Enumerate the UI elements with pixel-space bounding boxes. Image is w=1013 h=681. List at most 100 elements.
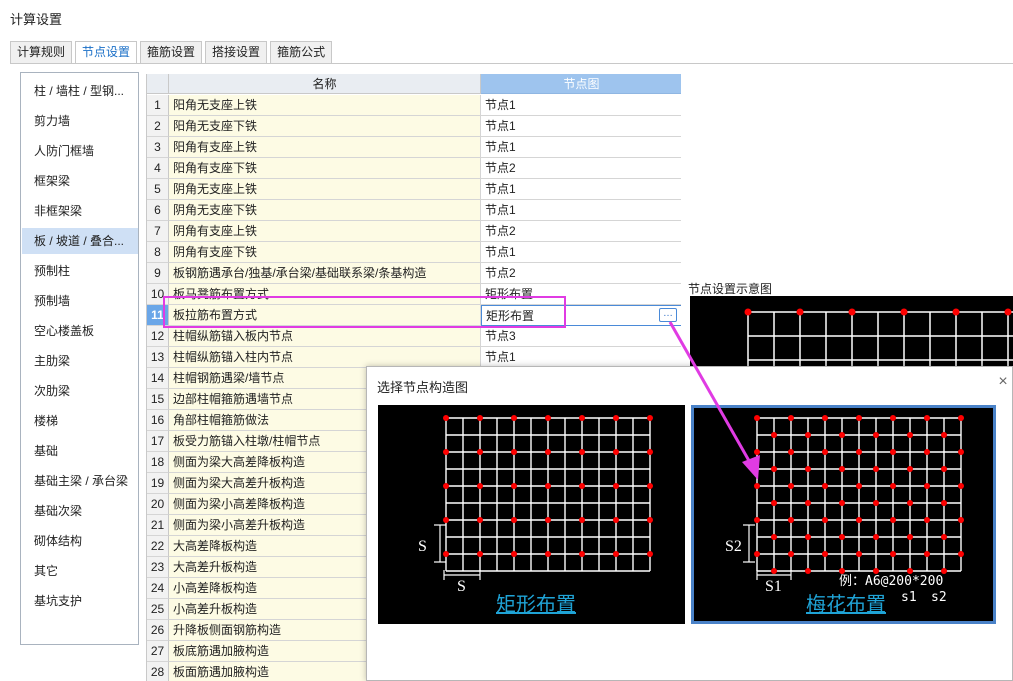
rebar-tie-dot	[839, 534, 845, 540]
row-name-cell[interactable]: 阴角无支座下铁	[169, 200, 481, 221]
table-row[interactable]: 13 柱帽纵筋锚入柱内节点 节点1	[147, 347, 681, 368]
tab-calc-rules[interactable]: 计算规则	[10, 41, 73, 63]
row-node-cell[interactable]: 节点1	[481, 200, 681, 221]
table-row[interactable]: 6 阴角无支座下铁 节点1	[147, 200, 681, 221]
sidebar-item-civil-defense-door-frame[interactable]: 人防门框墙	[22, 138, 138, 164]
dialog-title: 选择节点构造图	[377, 380, 469, 395]
row-name-cell[interactable]: 阳角有支座下铁	[169, 158, 481, 179]
tab-stirrup-settings[interactable]: 箍筋设置	[140, 41, 203, 63]
table-row[interactable]: 12 柱帽纵筋锚入板内节点 节点3	[147, 326, 681, 347]
rebar-tie-dot	[890, 517, 896, 523]
table-row[interactable]: 2 阳角无支座下铁 节点1	[147, 116, 681, 137]
rebar-tie-dot	[805, 534, 811, 540]
sidebar-item-precast-wall[interactable]: 预制墙	[22, 288, 138, 314]
rebar-tie-dot	[477, 551, 483, 557]
rebar-tie-dot	[443, 551, 449, 557]
rebar-tie-dot	[771, 534, 777, 540]
row-name-cell[interactable]: 阴角有支座上铁	[169, 221, 481, 242]
sidebar-item-foundation[interactable]: 基础	[22, 438, 138, 464]
table-row[interactable]: 5 阴角无支座上铁 节点1	[147, 179, 681, 200]
row-node-cell[interactable]: 节点2	[481, 263, 681, 284]
rebar-tie-dot	[579, 449, 585, 455]
row-node-cell[interactable]: 节点1	[481, 116, 681, 137]
rebar-tie-dot	[477, 449, 483, 455]
row-node-cell[interactable]: 节点1	[481, 137, 681, 158]
rebar-tie-dot	[958, 449, 964, 455]
row-number: 25	[147, 599, 169, 620]
tab-lap-settings[interactable]: 搭接设置	[205, 41, 268, 63]
rebar-tie-dot	[647, 483, 653, 489]
row-name-cell[interactable]: 柱帽纵筋锚入板内节点	[169, 326, 481, 347]
row-number: 12	[147, 326, 169, 347]
table-row[interactable]: 3 阳角有支座上铁 节点1	[147, 137, 681, 158]
sidebar-item-slab[interactable]: 板 / 坡道 / 叠合...	[22, 228, 138, 254]
option-rect-layout[interactable]: S S 矩形布置	[378, 405, 685, 624]
sidebar-item-other[interactable]: 其它	[22, 558, 138, 584]
rebar-tie-dot	[822, 517, 828, 523]
row-node-cell[interactable]: 节点2	[481, 158, 681, 179]
rebar-tie-dot	[788, 449, 794, 455]
row-node-cell[interactable]: 节点1	[481, 179, 681, 200]
rebar-tie-dot	[890, 483, 896, 489]
row-name-cell[interactable]: 阴角有支座下铁	[169, 242, 481, 263]
row-node-cell[interactable]: 节点3	[481, 326, 681, 347]
table-row[interactable]: 4 阳角有支座下铁 节点2	[147, 158, 681, 179]
row-node-cell[interactable]: 节点1	[481, 242, 681, 263]
row-node-cell[interactable]: 节点1	[481, 347, 681, 368]
grid-header: 名称 节点图	[147, 74, 681, 94]
sidebar-item-secondary-rib-beam[interactable]: 次肋梁	[22, 378, 138, 404]
row-number: 16	[147, 410, 169, 431]
row-number: 6	[147, 200, 169, 221]
row-node-cell[interactable]: 节点1	[481, 95, 681, 116]
rebar-tie-dot	[856, 483, 862, 489]
sidebar-item-foundation-main-beam[interactable]: 基础主梁 / 承台梁	[22, 468, 138, 494]
option-quincunx-layout[interactable]: S2 S1 例：A6@200*200 s1 s2 梅花布置	[691, 405, 996, 624]
sidebar-item-precast-column[interactable]: 预制柱	[22, 258, 138, 284]
rebar-tie-dot	[443, 415, 449, 421]
quincunx-example-text: 例：A6@200*200	[839, 574, 943, 589]
row-name-cell[interactable]: 阴角无支座上铁	[169, 179, 481, 200]
row-number: 19	[147, 473, 169, 494]
rebar-tie-dot	[856, 551, 862, 557]
close-icon[interactable]: ×	[994, 373, 1012, 391]
ellipsis-button[interactable]: …	[659, 308, 677, 322]
sidebar-item-masonry[interactable]: 砌体结构	[22, 528, 138, 554]
row-name-cell[interactable]: 阳角无支座下铁	[169, 116, 481, 137]
sidebar-item-pit-support[interactable]: 基坑支护	[22, 588, 138, 614]
rect-dim-s-horizontal: S	[457, 578, 466, 595]
row-node-cell[interactable]: 节点2	[481, 221, 681, 242]
sidebar-item-shear-wall[interactable]: 剪力墙	[22, 108, 138, 134]
table-row[interactable]: 1 阳角无支座上铁 节点1	[147, 95, 681, 116]
rebar-tie-dot	[805, 432, 811, 438]
row-number: 14	[147, 368, 169, 389]
row-name-cell[interactable]: 板钢筋遇承台/独基/承台梁/基础联系梁/条基构造	[169, 263, 481, 284]
sidebar-item-frame-beam[interactable]: 框架梁	[22, 168, 138, 194]
header-node-diagram: 节点图	[481, 74, 681, 94]
table-row[interactable]: 8 阴角有支座下铁 节点1	[147, 242, 681, 263]
sidebar-item-column[interactable]: 柱 / 墙柱 / 型钢...	[22, 78, 138, 104]
sidebar-item-foundation-secondary-beam[interactable]: 基础次梁	[22, 498, 138, 524]
row-number: 18	[147, 452, 169, 473]
rebar-tie-dot	[511, 449, 517, 455]
row-name-cell[interactable]: 阳角有支座上铁	[169, 137, 481, 158]
rebar-tie-dot	[771, 432, 777, 438]
sidebar-item-non-frame-beam[interactable]: 非框架梁	[22, 198, 138, 224]
row-number: 26	[147, 620, 169, 641]
rebar-tie-dot	[907, 500, 913, 506]
tab-node-settings[interactable]: 节点设置	[75, 41, 138, 64]
row-name-cell[interactable]: 阳角无支座上铁	[169, 95, 481, 116]
row-number: 3	[147, 137, 169, 158]
row-number: 8	[147, 242, 169, 263]
table-row[interactable]: 9 板钢筋遇承台/独基/承台梁/基础联系梁/条基构造 节点2	[147, 263, 681, 284]
quincunx-label-s2: s2	[931, 590, 947, 605]
row-number: 27	[147, 641, 169, 662]
sidebar-item-main-rib-beam[interactable]: 主肋梁	[22, 348, 138, 374]
tab-stirrup-formula[interactable]: 箍筋公式	[270, 41, 333, 63]
table-row[interactable]: 7 阴角有支座上铁 节点2	[147, 221, 681, 242]
rebar-tie-dot	[890, 415, 896, 421]
sidebar-item-hollow-slab[interactable]: 空心楼盖板	[22, 318, 138, 344]
row-name-cell[interactable]: 柱帽纵筋锚入柱内节点	[169, 347, 481, 368]
rebar-tie-dot	[822, 551, 828, 557]
sidebar-item-stair[interactable]: 楼梯	[22, 408, 138, 434]
row-number: 4	[147, 158, 169, 179]
